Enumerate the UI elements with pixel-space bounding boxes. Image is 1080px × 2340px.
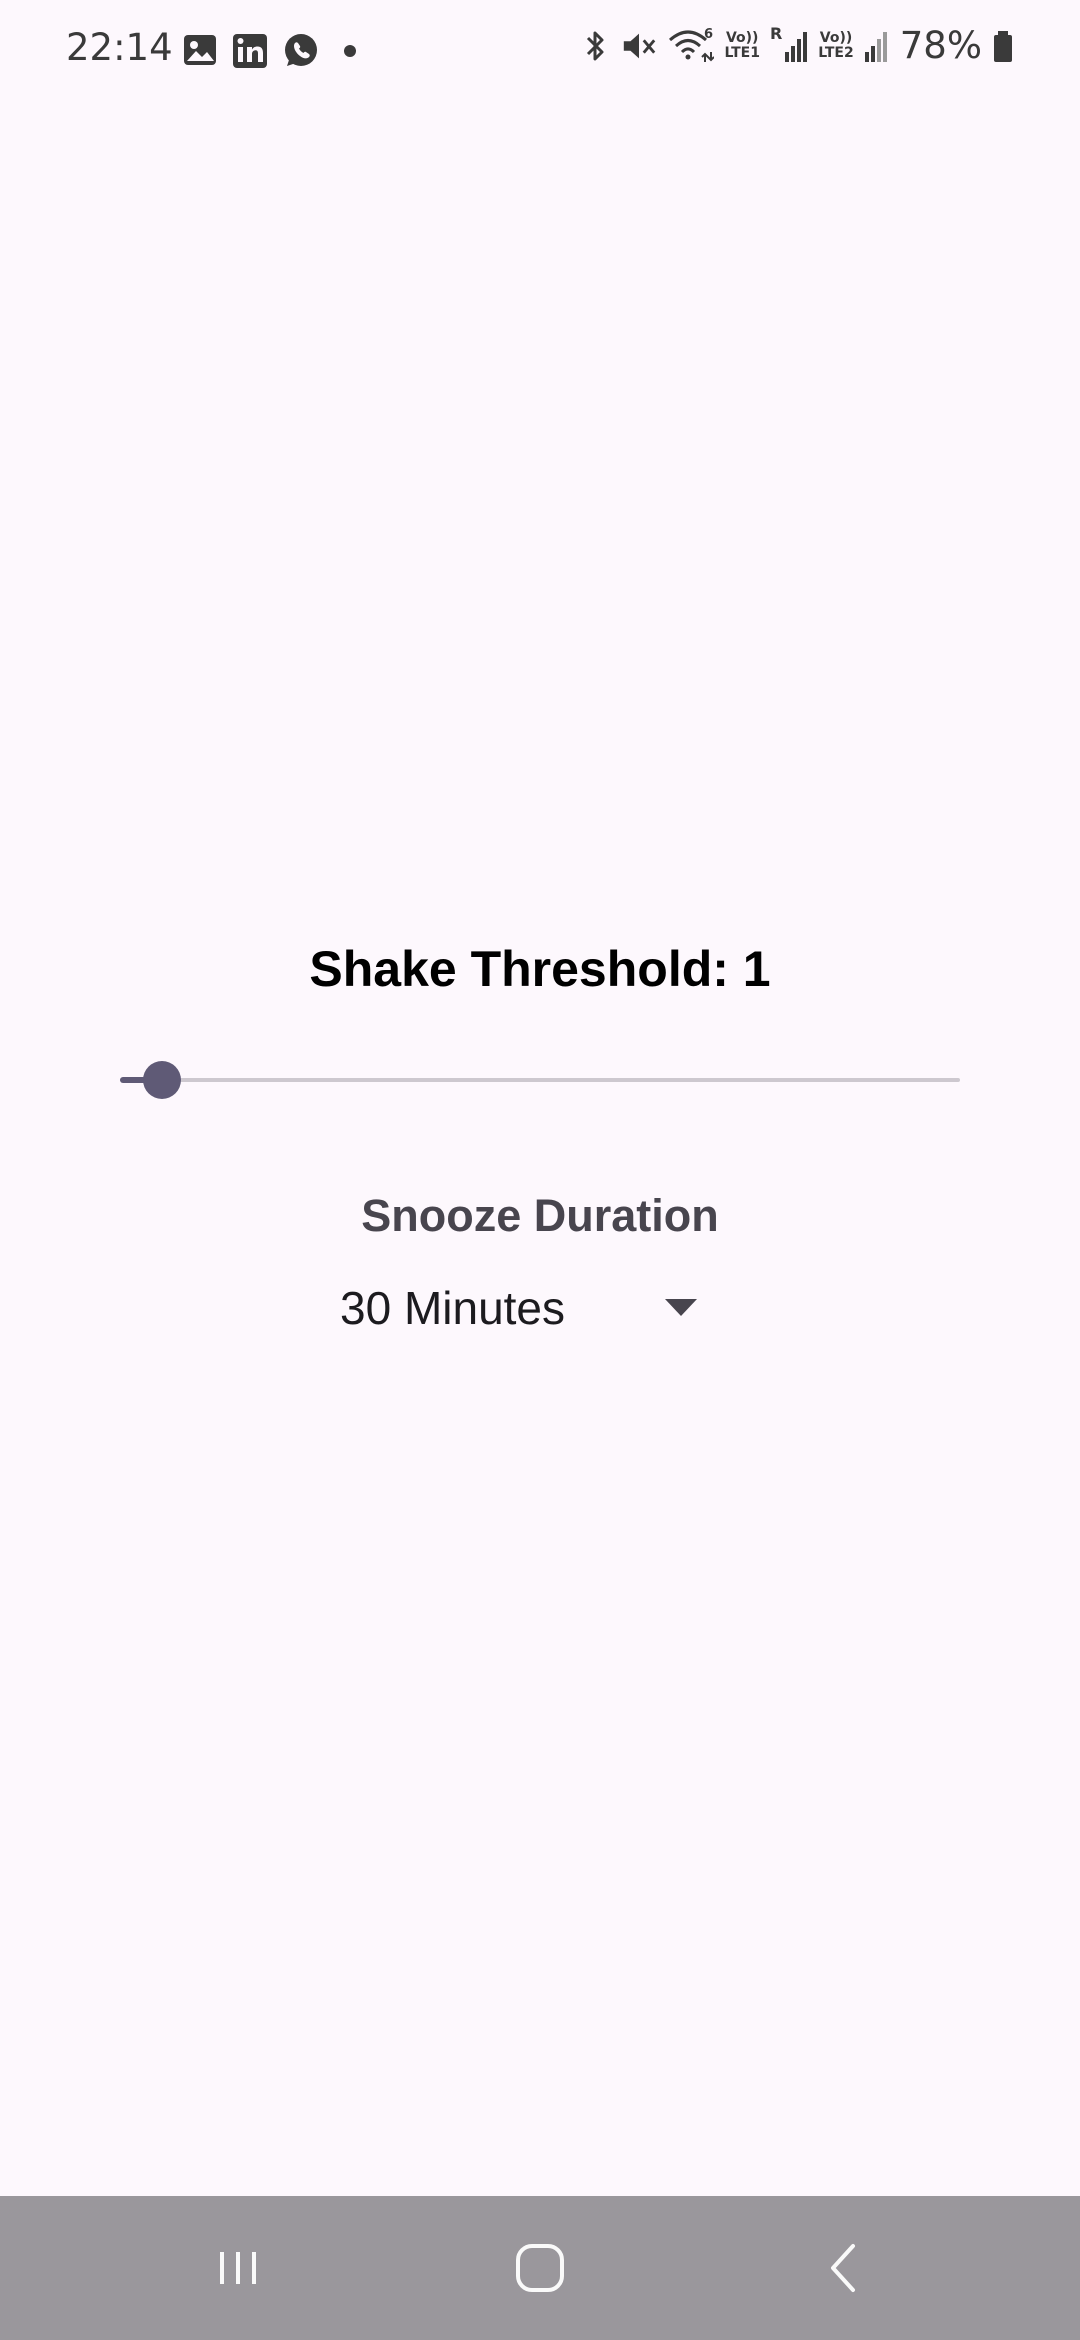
slider-track[interactable] [120,1078,960,1082]
status-bar: 22:14 6 Vo)) LTE1 R Vo)) LTE2 78% [0,0,1080,100]
slider-thumb[interactable] [143,1061,181,1099]
battery-percent: 78% [899,24,982,67]
home-button[interactable] [495,2226,585,2310]
wifi-gen-label: 6 [704,27,713,42]
gallery-icon [184,35,216,65]
home-icon [516,2244,564,2292]
signal-icon [864,31,887,62]
navigation-bar [0,2196,1080,2340]
snooze-duration-dropdown[interactable]: 30 Minutes [340,1275,710,1341]
shake-threshold-slider[interactable] [120,1060,960,1100]
sim1-signal: R [769,23,808,66]
snooze-duration-label: Snooze Duration [361,1190,719,1241]
wifi-icon: 6 [669,27,715,62]
back-icon [831,2244,855,2292]
status-time: 22:14 [66,26,173,69]
whatsapp-icon [285,34,317,66]
snooze-selected-value[interactable]: 30 Minutes [340,1281,565,1335]
battery-icon [994,30,1012,62]
sim2-volte-label: Vo)) [819,29,853,46]
system-status-icons: 6 Vo)) LTE1 R Vo)) LTE2 78% [580,24,1014,67]
recent-apps-icon [220,2252,256,2284]
bluetooth-icon [587,31,604,60]
back-button[interactable] [799,2226,889,2310]
linkedin-icon [233,34,267,68]
signal-icon [785,31,808,62]
dropdown-arrow-icon[interactable] [665,1299,697,1316]
notification-icons [180,30,370,70]
recent-apps-button[interactable] [193,2226,283,2310]
sim1-lte-label: LTE1 [724,44,760,61]
dot-icon [344,45,356,57]
mute-icon [624,33,656,58]
shake-threshold-title: Shake Threshold: 1 [309,941,771,997]
sim2-lte-label: LTE2 [818,44,854,61]
sim2-network: Vo)) LTE2 [818,29,854,61]
sim1-network: Vo)) LTE1 [724,29,760,61]
roaming-label: R [769,23,783,43]
sim1-volte-label: Vo)) [725,29,759,46]
